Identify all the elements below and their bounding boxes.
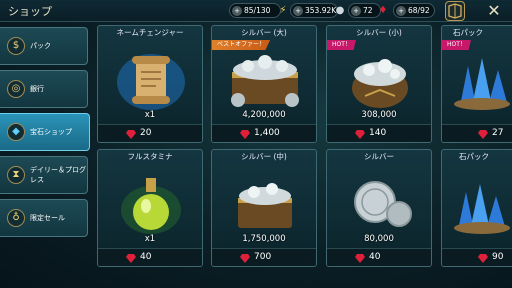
hot-badge: HOT！ — [327, 40, 356, 50]
ruby-icon — [126, 130, 136, 139]
gem-icon: ◆ — [7, 123, 25, 141]
card-price: 1,400 — [254, 128, 280, 138]
price-bar: 20 — [98, 124, 202, 142]
card-title: 石パック — [459, 152, 489, 161]
ruby-icon — [240, 254, 250, 263]
silver-bag-icon — [352, 59, 408, 108]
silver-counter[interactable]: + 353.92K ● — [290, 3, 344, 18]
shop-card-stone-pack-2[interactable]: 石パック 90 — [441, 149, 512, 267]
shop-card-silver-medium[interactable]: シルバー (中) 1,750,000 700 — [211, 149, 317, 267]
card-title: 石パック — [453, 28, 483, 37]
card-price: 90 — [492, 252, 504, 262]
card-title: シルバー (大) — [241, 28, 287, 37]
shop-card-full-stamina[interactable]: フルスタミナ x1 40 — [97, 149, 203, 267]
card-quantity: 308,000 — [361, 110, 397, 120]
money-bag-icon: $ — [7, 37, 25, 55]
price-bar: 140 — [327, 124, 431, 142]
map-icon — [448, 3, 462, 19]
plus-icon[interactable]: + — [293, 6, 303, 16]
price-bar: 40 — [98, 248, 202, 266]
crystals-icon — [454, 58, 510, 110]
menu-button[interactable] — [445, 1, 465, 21]
ruby-icon — [355, 254, 365, 263]
card-price: 40 — [140, 252, 152, 262]
ruby-icon — [240, 130, 250, 139]
card-title: シルバー — [364, 152, 394, 161]
card-price: 20 — [140, 128, 152, 138]
plus-icon[interactable]: + — [351, 6, 361, 16]
energy-counter[interactable]: + 85/130 ⚡ — [229, 3, 287, 18]
card-quantity: x1 — [144, 234, 156, 244]
ruby-icon — [478, 130, 488, 139]
price-bar: 700 — [212, 248, 316, 266]
ruby-icon — [126, 254, 136, 263]
close-button[interactable]: ✕ — [485, 2, 503, 20]
gem-value: 72 — [363, 6, 373, 15]
card-title: シルバー (小) — [356, 28, 402, 37]
price-bar: 1,400 — [212, 124, 316, 142]
treasure-chest-icon — [238, 183, 292, 228]
potion-icon — [121, 178, 181, 234]
page-title: ショップ — [8, 5, 52, 18]
sidebar-item-label: 宝石ショップ — [30, 128, 72, 136]
card-quantity: 4,200,000 — [242, 110, 286, 120]
card-price: 40 — [369, 252, 381, 262]
price-bar: 40 — [327, 248, 431, 266]
card-quantity: 80,000 — [364, 234, 394, 244]
silver-coins-icon — [354, 181, 412, 227]
ruby-icon — [478, 254, 488, 263]
plus-icon[interactable]: + — [396, 6, 406, 16]
shop-card-name-changer[interactable]: ネームチェンジャー x1 20 — [97, 25, 203, 143]
arena-value: 68/92 — [408, 6, 430, 15]
best-offer-badge: ベストオファー！ — [212, 40, 271, 50]
sidebar-item-packs[interactable]: $ パック — [0, 27, 88, 65]
sidebar-item-label: 限定セール — [30, 214, 65, 222]
hourglass-icon: ⧗ — [7, 166, 25, 184]
energy-value: 85/130 — [244, 6, 271, 15]
sidebar-item-limited-sale[interactable]: ♁ 限定セール — [0, 199, 88, 237]
energy-icon: ⚡ — [279, 5, 287, 16]
sidebar-item-daily-progress[interactable]: ⧗ デイリー＆プログレス — [0, 156, 88, 194]
shop-card-silver-small[interactable]: シルバー (小) HOT！ 308,000 140 — [326, 25, 432, 143]
card-title: フルスタミナ — [127, 152, 173, 161]
card-price: 140 — [369, 128, 387, 138]
sidebar-item-gem-shop[interactable]: ◆ 宝石ショップ — [0, 113, 90, 151]
flask-icon: ♁ — [7, 209, 25, 227]
arena-counter[interactable]: + 68/92 — [393, 3, 435, 18]
sidebar-item-label: デイリー＆プログレス — [30, 166, 86, 184]
shop-card-stone-pack[interactable]: 石パック HOT！ 27 — [441, 25, 512, 143]
sidebar-item-label: 銀行 — [30, 85, 44, 93]
top-bar: ショップ + 85/130 ⚡ + 353.92K ● + 72 ♦ + 68/… — [0, 0, 512, 22]
shop-card-silver[interactable]: シルバー 80,000 40 — [326, 149, 432, 267]
card-price: 700 — [254, 252, 272, 262]
crystals-icon — [454, 184, 510, 234]
sidebar-item-bank[interactable]: ◎ 銀行 — [0, 70, 88, 108]
silver-icon: ● — [335, 5, 345, 16]
shop-card-silver-large[interactable]: シルバー (大) ベストオファー！ 4,200,000 1,400 — [211, 25, 317, 143]
card-quantity: 1,750,000 — [242, 234, 286, 244]
sidebar-item-label: パック — [30, 42, 51, 50]
plus-icon[interactable]: + — [232, 6, 242, 16]
card-title: ネームチェンジャー — [116, 28, 184, 37]
card-price: 27 — [492, 128, 504, 138]
gem-counter[interactable]: + 72 ♦ — [348, 3, 387, 18]
silver-value: 353.92K — [305, 6, 337, 15]
card-title: シルバー (中) — [241, 152, 287, 161]
card-quantity: x1 — [144, 110, 156, 120]
gem-icon: ♦ — [378, 5, 388, 16]
price-bar: 27 — [442, 124, 512, 142]
coin-icon: ◎ — [7, 80, 25, 98]
scroll-icon — [117, 54, 185, 110]
price-bar: 90 — [442, 248, 512, 266]
hot-badge: HOT！ — [442, 40, 471, 50]
ruby-icon — [355, 130, 365, 139]
treasure-chest-icon — [231, 55, 299, 107]
